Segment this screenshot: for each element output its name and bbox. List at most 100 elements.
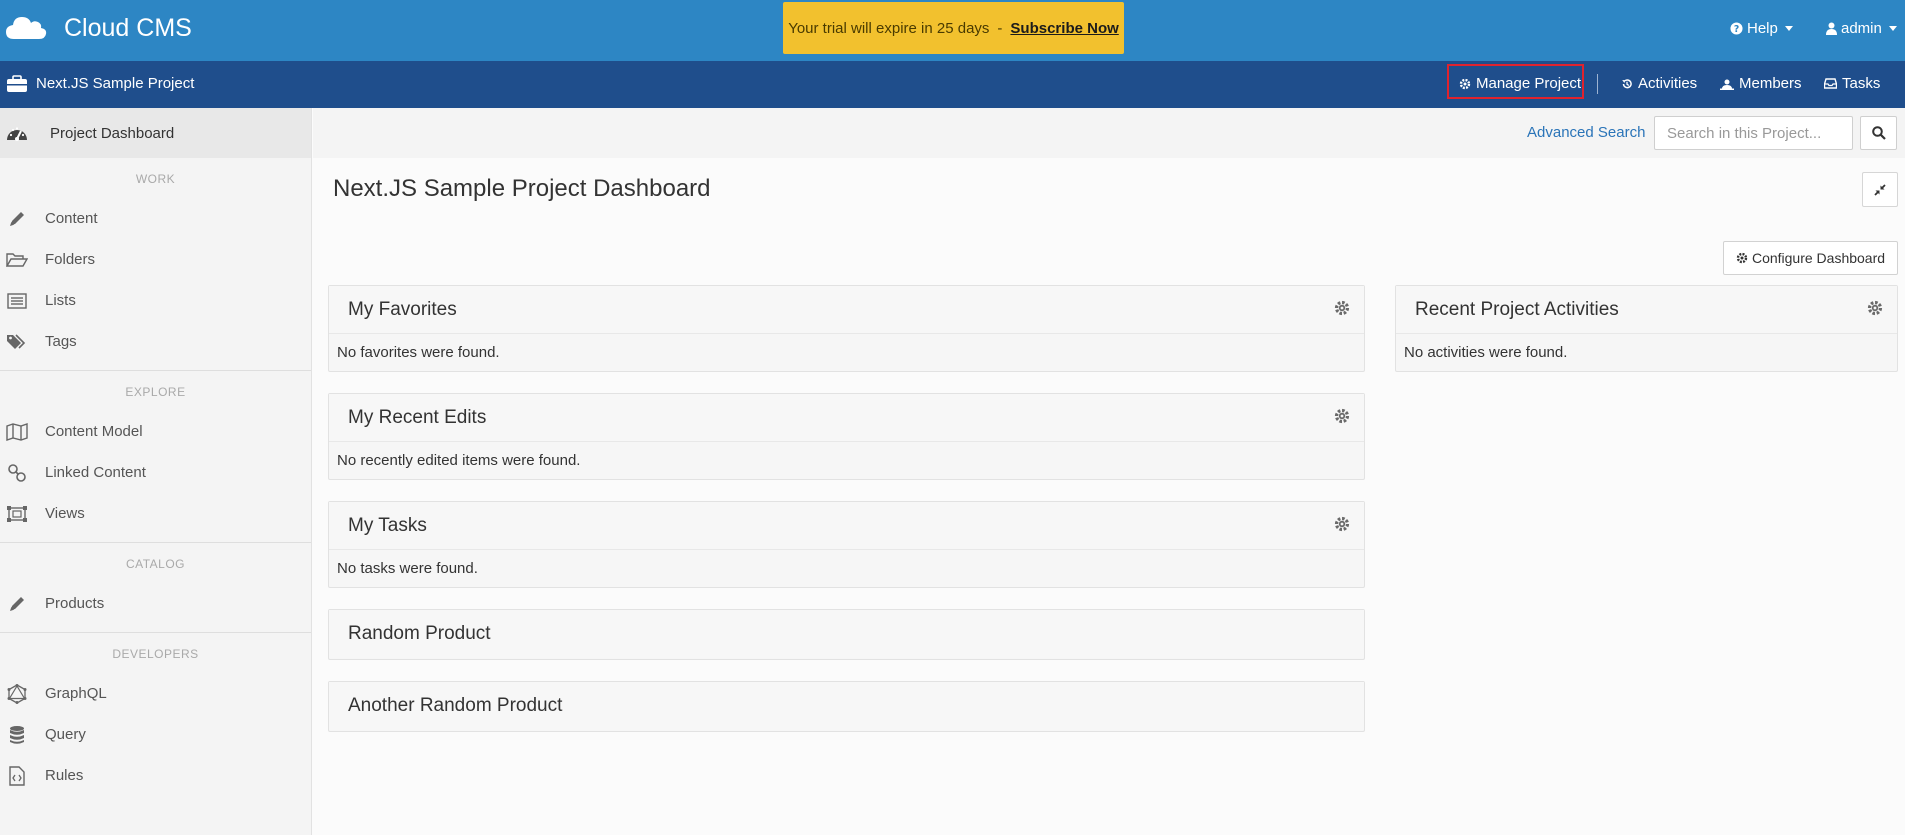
- activities-link[interactable]: Activities: [1621, 75, 1697, 92]
- gear-icon[interactable]: [1867, 300, 1885, 318]
- pencil-icon: [6, 593, 28, 615]
- sidebar-section-catalog: CATALOG: [125, 557, 186, 571]
- panel-title: My Favorites: [348, 298, 457, 320]
- sidebar-item-label: Views: [45, 505, 85, 522]
- folder-open-icon: [6, 249, 28, 271]
- briefcase-icon: [6, 75, 28, 93]
- panel-empty-text: No favorites were found.: [337, 344, 500, 361]
- configure-dashboard-button[interactable]: Configure Dashboard: [1723, 241, 1898, 275]
- panel-header: Random Product: [329, 610, 1364, 658]
- sidebar-item-content[interactable]: Content: [0, 198, 311, 239]
- svg-text:?: ?: [1734, 24, 1739, 35]
- panel-header: My Recent Edits: [329, 394, 1364, 442]
- project-navbar: Next.JS Sample Project Manage Project Ac…: [0, 61, 1905, 108]
- sidebar-item-content-model[interactable]: Content Model: [0, 411, 311, 452]
- advanced-search-link[interactable]: Advanced Search: [1527, 124, 1645, 141]
- panel-header: My Favorites: [329, 286, 1364, 334]
- sidebar: Project Dashboard WORK Content Folders L…: [0, 108, 312, 835]
- trial-banner: Your trial will expire in 25 days - Subs…: [783, 2, 1124, 54]
- manage-project-highlight: [1447, 64, 1584, 99]
- sidebar-item-graphql[interactable]: GraphQL: [0, 673, 311, 714]
- sidebar-item-views[interactable]: Views: [0, 493, 311, 534]
- help-label: Help: [1747, 20, 1778, 37]
- subscribe-now-link[interactable]: Subscribe Now: [1010, 20, 1118, 37]
- sidebar-section-developers: DEVELOPERS: [112, 647, 199, 661]
- collapse-button[interactable]: [1862, 172, 1898, 207]
- map-icon: [6, 421, 28, 443]
- brand-name[interactable]: Cloud CMS: [64, 14, 192, 43]
- panel-header: Recent Project Activities: [1396, 286, 1897, 334]
- sidebar-item-label: Query: [45, 726, 86, 743]
- question-circle-icon: ?: [1730, 22, 1743, 35]
- user-icon: [1826, 22, 1837, 35]
- sidebar-item-tags[interactable]: Tags: [0, 321, 311, 362]
- list-icon: [6, 290, 28, 312]
- sidebar-item-products[interactable]: Products: [0, 583, 311, 624]
- activities-label: Activities: [1638, 75, 1698, 92]
- tags-icon: [6, 331, 28, 353]
- search-button[interactable]: [1860, 116, 1897, 150]
- panel-header: Another Random Product: [329, 682, 1364, 730]
- panel-header: My Tasks: [329, 502, 1364, 550]
- tasks-link[interactable]: Tasks: [1824, 75, 1880, 92]
- chevron-down-icon: [1784, 26, 1793, 31]
- trial-separator: -: [997, 19, 1003, 37]
- another-random-product-panel: Another Random Product: [328, 681, 1365, 732]
- top-navbar: Cloud CMS Your trial will expire in 25 d…: [0, 0, 1905, 61]
- sidebar-item-project-dashboard[interactable]: Project Dashboard: [0, 108, 311, 158]
- page-title: Next.JS Sample Project Dashboard: [333, 175, 711, 202]
- sidebar-item-rules[interactable]: Rules: [0, 755, 311, 796]
- database-icon: [6, 724, 28, 746]
- sidebar-item-label: Lists: [45, 292, 76, 309]
- panel-title: My Tasks: [348, 514, 427, 536]
- nav-divider: [1597, 74, 1598, 94]
- trial-text: Your trial will expire in 25 days: [788, 19, 990, 37]
- gear-icon: [1736, 252, 1748, 264]
- members-label: Members: [1739, 75, 1802, 92]
- views-icon: [6, 503, 28, 525]
- panel-title: Recent Project Activities: [1415, 298, 1619, 320]
- sidebar-item-label: GraphQL: [45, 685, 107, 702]
- link-icon: [6, 462, 28, 484]
- dashboard-gauge-icon: [7, 127, 27, 141]
- sidebar-item-label: Tags: [45, 333, 77, 350]
- help-menu[interactable]: ? Help: [1730, 20, 1793, 37]
- configure-dashboard-label: Configure Dashboard: [1751, 250, 1886, 266]
- cloud-logo-icon[interactable]: [4, 12, 48, 42]
- my-recent-edits-panel: My Recent Edits No recently edited items…: [328, 393, 1365, 480]
- project-name[interactable]: Next.JS Sample Project: [36, 75, 194, 92]
- pencil-icon: [6, 208, 28, 230]
- recent-project-activities-panel: Recent Project Activities No activities …: [1395, 285, 1898, 372]
- sidebar-item-label: Folders: [45, 251, 96, 268]
- sidebar-item-label: Project Dashboard: [50, 124, 175, 142]
- panel-empty-text: No recently edited items were found.: [337, 452, 581, 469]
- sidebar-section-explore: EXPLORE: [125, 385, 186, 399]
- project-search-input[interactable]: [1654, 116, 1853, 150]
- gear-icon[interactable]: [1334, 516, 1352, 534]
- graphql-icon: [6, 683, 28, 705]
- my-tasks-panel: My Tasks No tasks were found.: [328, 501, 1365, 588]
- sidebar-item-lists[interactable]: Lists: [0, 280, 311, 321]
- panel-empty-text: No tasks were found.: [337, 560, 478, 577]
- code-file-icon: [6, 765, 28, 787]
- random-product-panel: Random Product: [328, 609, 1365, 660]
- chevron-down-icon: [1888, 26, 1897, 31]
- members-link[interactable]: Members: [1720, 75, 1802, 92]
- my-favorites-panel: My Favorites No favorites were found.: [328, 285, 1365, 372]
- history-icon: [1622, 78, 1632, 88]
- user-label: admin: [1841, 20, 1882, 37]
- user-menu[interactable]: admin: [1826, 20, 1897, 37]
- panel-title: Another Random Product: [348, 695, 563, 716]
- gear-icon[interactable]: [1334, 408, 1352, 426]
- inbox-icon: [1824, 78, 1837, 89]
- tasks-label: Tasks: [1842, 75, 1881, 92]
- sidebar-item-query[interactable]: Query: [0, 714, 311, 755]
- compress-icon: [1874, 183, 1886, 196]
- sidebar-item-linked-content[interactable]: Linked Content: [0, 452, 311, 493]
- sidebar-item-label: Products: [45, 595, 105, 612]
- sidebar-item-label: Content: [45, 210, 98, 227]
- sidebar-item-folders[interactable]: Folders: [0, 239, 311, 280]
- search-icon: [1871, 126, 1886, 140]
- gear-icon[interactable]: [1334, 300, 1352, 318]
- panel-empty-text: No activities were found.: [1404, 344, 1568, 361]
